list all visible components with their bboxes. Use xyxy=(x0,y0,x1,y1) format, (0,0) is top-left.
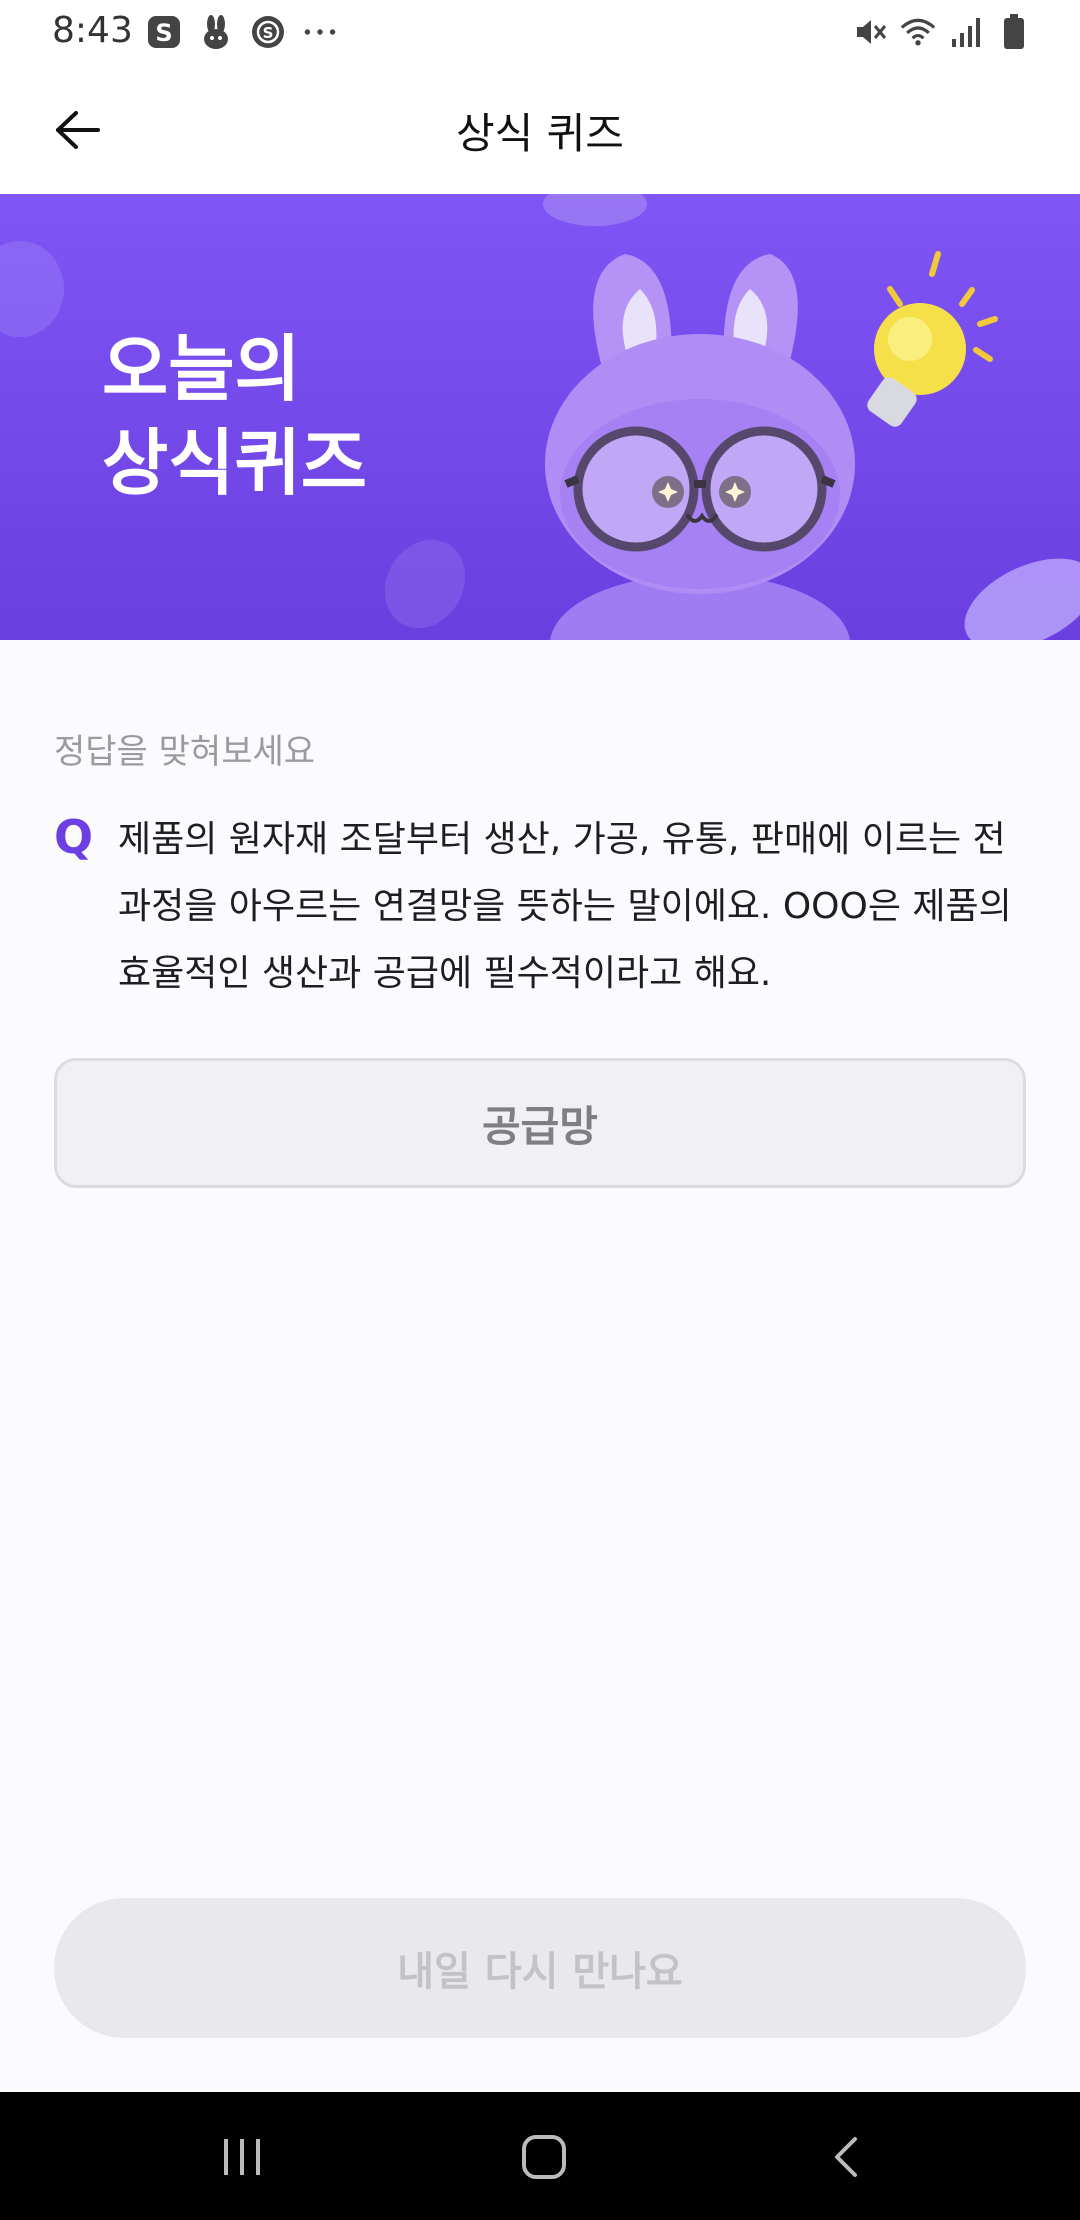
recent-apps-icon xyxy=(224,2139,260,2175)
system-back-button[interactable] xyxy=(806,2122,886,2192)
status-time: 8:43 xyxy=(52,10,133,51)
home-icon xyxy=(522,2135,566,2179)
mute-icon xyxy=(852,14,888,50)
quiz-hint: 정답을 맞혀보세요 xyxy=(54,732,316,772)
svg-text:S: S xyxy=(155,19,172,47)
battery-icon xyxy=(996,14,1032,50)
quiz-content: 정답을 맞혀보세요 Q 제품의 원자재 조달부터 생산, 가공, 유통, 판매에… xyxy=(0,640,1080,2092)
rabbit-icon xyxy=(198,14,234,50)
system-nav-bar xyxy=(0,2092,1080,2220)
answer-display: 공급망 xyxy=(54,1058,1026,1188)
question-text: 제품의 원자재 조달부터 생산, 가공, 유통, 판매에 이르는 전 과정을 아… xyxy=(118,819,1012,994)
status-right-icons xyxy=(852,14,1032,50)
chevron-left-icon xyxy=(835,2137,857,2177)
app-header: 상식 퀴즈 xyxy=(0,66,1080,194)
wifi-icon xyxy=(900,14,936,50)
banner-title-line2: 상식퀴즈 xyxy=(102,421,367,505)
s-app-icon: S xyxy=(146,14,182,50)
home-button[interactable] xyxy=(504,2122,584,2192)
banner-title-line1: 오늘의 xyxy=(102,327,301,411)
status-bar: 8:43 S S xyxy=(0,0,1080,66)
page-title: 상식 퀴즈 xyxy=(456,109,624,158)
signal-icon xyxy=(948,14,984,50)
svg-text:S: S xyxy=(263,24,274,42)
status-left-icons: S S xyxy=(146,14,338,50)
recent-apps-button[interactable] xyxy=(202,2122,282,2192)
quiz-banner: 오늘의 상식퀴즈 xyxy=(0,194,1080,640)
see-you-tomorrow-button[interactable]: 내일 다시 만나요 xyxy=(54,1898,1026,2038)
s-coin-icon: S xyxy=(250,14,286,50)
more-dots-icon xyxy=(302,14,338,50)
question-label: Q xyxy=(54,810,94,864)
banner-title: 오늘의 상식퀴즈 xyxy=(102,322,367,510)
